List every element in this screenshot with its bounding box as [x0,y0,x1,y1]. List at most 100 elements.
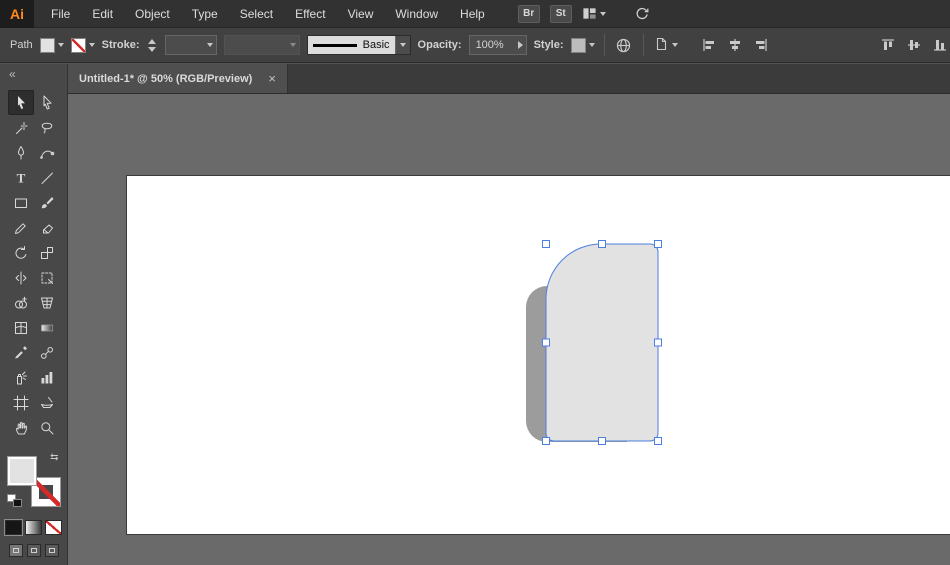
stroke-weight-combo[interactable] [164,35,217,55]
tools-panel: « T ⇆ [0,64,68,565]
separator [603,34,605,56]
menu-select[interactable]: Select [229,0,284,28]
lasso-tool[interactable] [34,115,60,140]
selection-handle-bottom-left[interactable] [542,437,550,445]
chevron-down-icon [289,43,296,47]
gradient-tool[interactable] [34,315,60,340]
collapse-panel-button[interactable]: « [0,64,24,83]
stroke-color-dropdown[interactable] [70,37,95,53]
align-bottom-button[interactable] [930,35,950,55]
menu-edit[interactable]: Edit [81,0,124,28]
draw-normal-button[interactable] [8,544,23,557]
eyedropper-tool[interactable] [8,340,34,365]
brush-combo-arrow[interactable] [394,36,410,54]
svg-text:T: T [16,170,25,185]
zoom-tool[interactable] [34,415,60,440]
pen-tool[interactable] [8,140,34,165]
selection-handle-top-left[interactable] [542,240,550,248]
canvas[interactable] [68,94,950,565]
symbol-sprayer-tool[interactable] [8,365,34,390]
illustrator-window: Ai File Edit Object Type Select Effect V… [0,0,950,565]
draw-inside-button[interactable] [44,544,59,557]
menu-file[interactable]: File [40,0,81,28]
menu-view[interactable]: View [337,0,385,28]
selection-handle-bottom-center[interactable] [598,437,606,445]
width-tool[interactable] [8,265,34,290]
selection-handle-top-right[interactable] [654,240,662,248]
horizontal-align-group [699,35,771,55]
document-tab[interactable]: Untitled-1* @ 50% (RGB/Preview) × [68,64,288,93]
workspace-switcher[interactable] [582,6,606,21]
menu-type[interactable]: Type [181,0,229,28]
transform-menu-button[interactable] [653,36,678,55]
free-transform-tool[interactable] [34,265,60,290]
brush-stroke-preview [312,43,357,47]
document-tab-bar: Untitled-1* @ 50% (RGB/Preview) × [68,64,950,94]
column-graph-tool[interactable] [34,365,60,390]
mesh-tool[interactable] [8,315,34,340]
scale-tool[interactable] [34,240,60,265]
shape-builder-tool[interactable] [8,290,34,315]
selection-tool[interactable] [7,90,34,115]
tab-close-icon[interactable]: × [268,72,276,85]
slice-tool[interactable] [34,390,60,415]
type-tool[interactable]: T [8,165,34,190]
selection-handle-top-center[interactable] [598,240,606,248]
graphic-style-dropdown[interactable] [570,37,595,53]
rotate-tool[interactable] [8,240,34,265]
swap-fill-stroke-icon[interactable]: ⇆ [50,453,58,463]
default-fill-stroke-icon[interactable] [6,494,22,507]
menubar-quick-actions: Br St [517,4,650,23]
chevron-down-icon [399,43,406,47]
eraser-tool[interactable] [34,215,60,240]
align-right-button[interactable] [751,35,771,55]
bridge-button[interactable]: Br [517,4,540,23]
opacity-value: 100% [475,39,504,51]
stroke-weight-stepper[interactable] [147,38,158,52]
menu-effect[interactable]: Effect [284,0,336,28]
paintbrush-tool[interactable] [34,190,60,215]
curvature-tool[interactable] [34,140,60,165]
blend-tool[interactable] [34,340,60,365]
selection-handle-middle-left[interactable] [542,338,550,347]
selected-shape[interactable] [545,243,659,442]
stock-button[interactable]: St [549,4,572,23]
graphic-style-swatch [570,37,586,53]
artwork-layer [526,240,662,445]
fill-color-dropdown[interactable] [39,37,64,53]
tool-grid: T [7,90,60,440]
align-top-button[interactable] [878,35,898,55]
selection-handle-bottom-right[interactable] [654,437,662,445]
sync-settings-button[interactable] [634,6,650,22]
stroke-none-swatch [70,37,86,53]
control-bar: Path Stroke: Basic Opacity: 100% Style: [0,28,950,63]
perspective-grid-tool[interactable] [34,290,60,315]
drawing-mode-buttons [8,544,59,557]
align-center-button[interactable] [725,35,745,55]
menu-window[interactable]: Window [384,0,449,28]
vertical-align-group [878,35,950,55]
magic-wand-tool[interactable] [8,115,34,140]
step-up-icon [148,38,157,44]
rectangle-tool[interactable] [8,190,34,215]
selection-handle-middle-right[interactable] [654,338,662,347]
align-middle-button[interactable] [904,35,924,55]
align-left-button[interactable] [699,35,719,55]
direct-selection-tool[interactable] [34,90,60,115]
gradient-button[interactable] [25,520,42,535]
recolor-artwork-button[interactable] [614,35,634,55]
color-button[interactable] [4,519,23,536]
app-logo[interactable]: Ai [0,0,34,28]
draw-behind-button[interactable] [26,544,41,557]
artboard-tool[interactable] [8,390,34,415]
menu-help[interactable]: Help [449,0,496,28]
line-segment-tool[interactable] [34,165,60,190]
menu-object[interactable]: Object [124,0,181,28]
hand-tool[interactable] [8,415,34,440]
artboard[interactable] [127,176,950,534]
shaper-tool[interactable] [8,215,34,240]
fill-swatch[interactable] [6,456,37,486]
none-button[interactable] [45,520,62,535]
brush-definition-combo[interactable]: Basic [306,35,411,55]
opacity-combo[interactable]: 100% [468,35,527,55]
